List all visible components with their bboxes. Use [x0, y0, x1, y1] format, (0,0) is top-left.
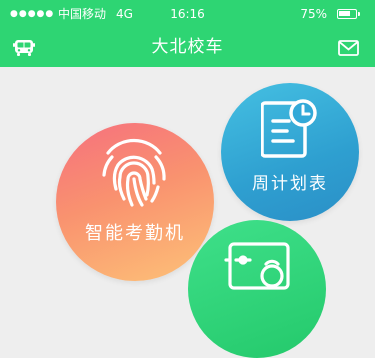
calendar-clock-icon — [261, 99, 317, 158]
third-tile[interactable] — [188, 220, 326, 358]
weekly-plan-tile[interactable]: 周计划表 — [221, 83, 359, 221]
battery-percent: 75% — [300, 7, 327, 21]
weekly-plan-label: 周计划表 — [252, 174, 328, 194]
equipment-icon — [224, 242, 290, 290]
app-header: ●●●●● 中国移动 4G 16:16 75% 大北校车 — [0, 0, 375, 67]
status-bar: ●●●●● 中国移动 4G 16:16 75% — [0, 0, 375, 28]
battery-level-fill — [339, 11, 350, 16]
nav-bar: 大北校车 — [0, 28, 375, 67]
mail-icon[interactable] — [338, 40, 359, 56]
page-title: 大北校车 — [151, 37, 224, 57]
attendance-tile[interactable]: 智能考勤机 — [56, 123, 214, 281]
battery-icon — [337, 9, 360, 19]
fingerprint-icon — [102, 138, 166, 207]
attendance-label: 智能考勤机 — [85, 223, 185, 244]
